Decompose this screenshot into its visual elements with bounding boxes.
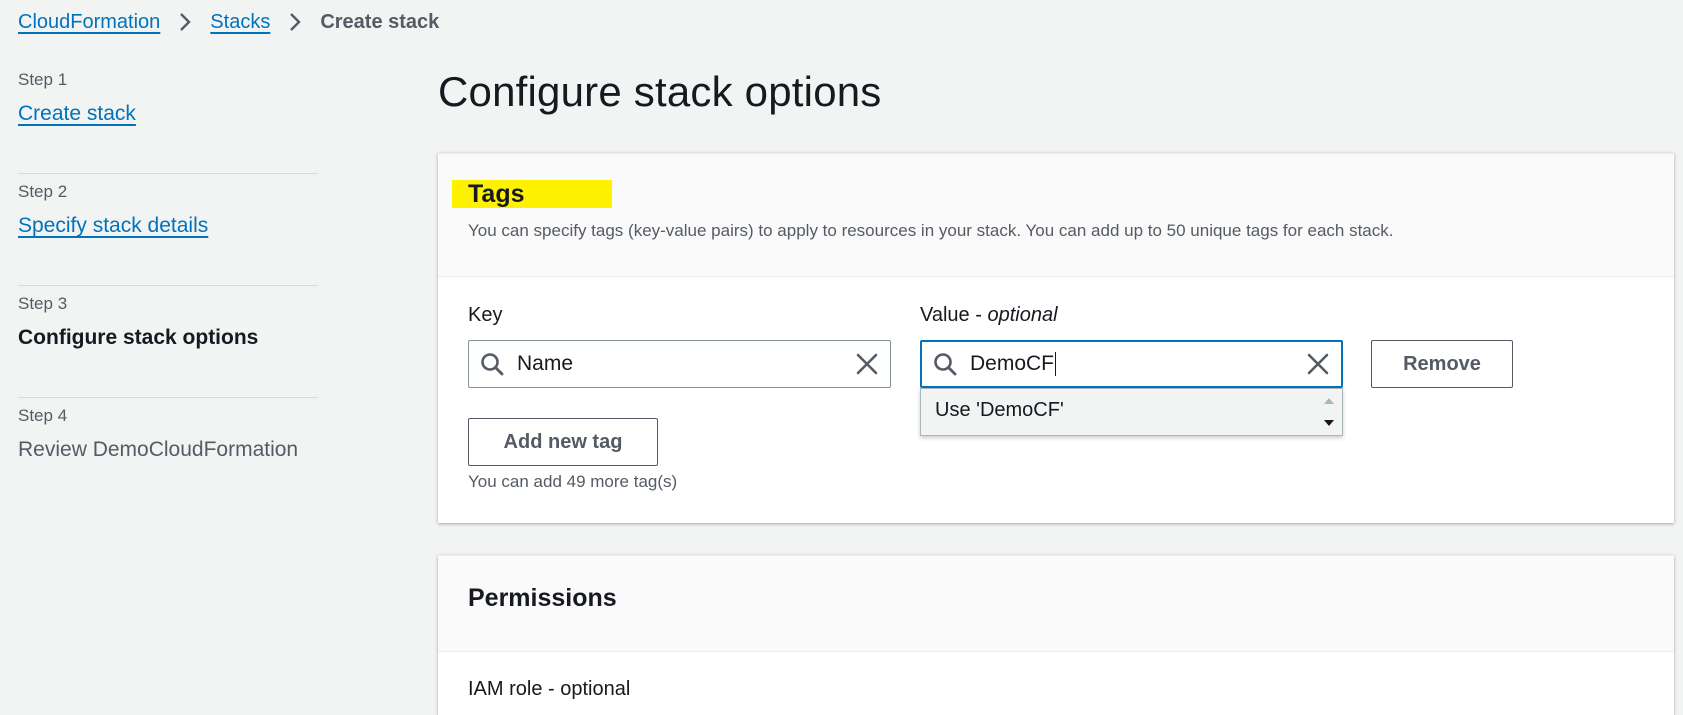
step-4: Step 4 Review DemoCloudFormation (18, 398, 318, 510)
breadcrumb: CloudFormation Stacks Create stack (18, 8, 439, 36)
permissions-header: Permissions (438, 556, 1674, 652)
step-link-specify-details[interactable]: Specify stack details (18, 212, 208, 240)
breadcrumb-cloudformation[interactable]: CloudFormation (18, 11, 160, 34)
add-new-tag-button[interactable]: Add new tag (468, 418, 658, 466)
remove-button[interactable]: Remove (1371, 340, 1513, 388)
step-number: Step 3 (18, 294, 68, 313)
step-link-create-stack[interactable]: Create stack (18, 100, 136, 128)
chevron-right-icon (270, 12, 320, 32)
breadcrumb-stacks[interactable]: Stacks (210, 11, 270, 34)
key-label: Key (468, 304, 503, 326)
search-icon (481, 353, 504, 376)
step-3: Step 3 Configure stack options (18, 286, 318, 398)
close-icon[interactable] (1305, 351, 1331, 377)
wizard-steps: Step 1 Create stack Step 2 Specify stack… (18, 62, 318, 510)
step-2: Step 2 Specify stack details (18, 174, 318, 286)
tags-heading: Tags (452, 180, 612, 209)
breadcrumb-current: Create stack (320, 10, 440, 33)
value-input[interactable]: DemoCF (920, 340, 1343, 388)
step-number: Step 1 (18, 70, 68, 89)
search-icon (934, 353, 957, 376)
step-number: Step 4 (18, 406, 68, 425)
chevron-right-icon (160, 12, 210, 32)
tags-header: Tags You can specify tags (key-value pai… (438, 154, 1674, 277)
step-current-title: Configure stack options (18, 326, 259, 349)
permissions-heading: Permissions (468, 584, 617, 612)
tags-remaining-hint: You can add 49 more tag(s) (468, 472, 678, 491)
tags-description: You can specify tags (key-value pairs) t… (468, 221, 1394, 240)
value-input-value: DemoCF (970, 351, 1057, 377)
step-1: Step 1 Create stack (18, 62, 318, 174)
key-input-value: Name (517, 352, 574, 375)
key-input[interactable]: Name (468, 340, 891, 388)
close-icon[interactable] (854, 351, 880, 377)
tags-panel: Tags You can specify tags (key-value pai… (438, 153, 1674, 523)
value-label: Value - optional (920, 304, 1058, 326)
step-disabled-title: Review DemoCloudFormation (18, 438, 299, 461)
iam-role-label: IAM role - optional (468, 678, 631, 700)
value-suggestions-dropdown: Use 'DemoCF' (920, 388, 1343, 436)
scrollbar-arrows-icon[interactable] (1322, 393, 1336, 433)
suggestion-option[interactable]: Use 'DemoCF' (935, 399, 1064, 422)
step-number: Step 2 (18, 182, 68, 201)
page-title: Configure stack options (438, 68, 882, 115)
permissions-panel: Permissions IAM role - optional (438, 555, 1674, 715)
